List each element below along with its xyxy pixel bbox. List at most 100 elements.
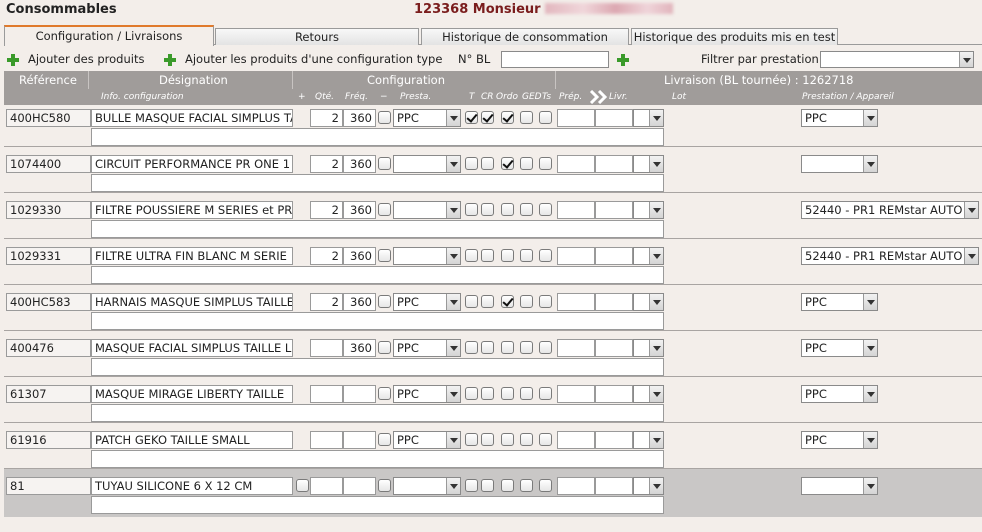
- livr-input[interactable]: [595, 201, 633, 219]
- chevron-down-icon[interactable]: [446, 478, 460, 494]
- ged-checkbox[interactable]: [520, 111, 533, 124]
- minus-checkbox[interactable]: [378, 341, 391, 354]
- info-configuration-input[interactable]: [91, 404, 664, 422]
- livr-input[interactable]: [595, 431, 633, 449]
- chevron-down-icon[interactable]: [863, 110, 877, 126]
- chevron-down-icon[interactable]: [446, 432, 460, 448]
- lot-select[interactable]: [633, 431, 664, 449]
- minus-checkbox[interactable]: [378, 111, 391, 124]
- ordo-checkbox[interactable]: [501, 157, 514, 170]
- info-configuration-input[interactable]: [91, 358, 664, 376]
- chevron-down-icon[interactable]: [446, 294, 460, 310]
- chevron-down-icon[interactable]: [446, 110, 460, 126]
- cr-checkbox[interactable]: [481, 341, 494, 354]
- t-checkbox[interactable]: [465, 479, 478, 492]
- quantity-input[interactable]: 2: [310, 109, 343, 127]
- quantity-input[interactable]: [310, 339, 343, 357]
- info-configuration-input[interactable]: [91, 450, 664, 468]
- presta-select[interactable]: [393, 155, 461, 173]
- livr-input[interactable]: [595, 109, 633, 127]
- prep-input[interactable]: [557, 247, 595, 265]
- chevron-down-icon[interactable]: [863, 478, 877, 494]
- ged-checkbox[interactable]: [520, 341, 533, 354]
- frequency-input[interactable]: [343, 477, 376, 495]
- chevron-down-icon[interactable]: [863, 432, 877, 448]
- prestation-appareil-select[interactable]: [801, 155, 878, 173]
- ordo-checkbox[interactable]: [501, 111, 514, 124]
- chevron-down-icon[interactable]: [863, 156, 877, 172]
- chevron-down-icon[interactable]: [649, 248, 663, 264]
- add-config-type-link[interactable]: Ajouter les produits d'une configuration…: [185, 52, 442, 66]
- lot-select[interactable]: [633, 109, 664, 127]
- frequency-input[interactable]: 360: [343, 339, 376, 357]
- ged-checkbox[interactable]: [520, 249, 533, 262]
- cr-checkbox[interactable]: [481, 249, 494, 262]
- chevron-down-icon[interactable]: [446, 156, 460, 172]
- prep-input[interactable]: [557, 293, 595, 311]
- info-configuration-input[interactable]: [91, 312, 664, 330]
- cr-checkbox[interactable]: [481, 203, 494, 216]
- minus-checkbox[interactable]: [378, 203, 391, 216]
- livr-input[interactable]: [595, 293, 633, 311]
- info-configuration-input[interactable]: [91, 128, 664, 146]
- cr-checkbox[interactable]: [481, 295, 494, 308]
- chevron-down-icon[interactable]: [446, 386, 460, 402]
- lot-select[interactable]: [633, 247, 664, 265]
- tab-configuration-livraisons[interactable]: Configuration / Livraisons: [4, 25, 214, 46]
- prestation-appareil-select[interactable]: PPC: [801, 293, 878, 311]
- t-checkbox[interactable]: [465, 111, 478, 124]
- ordo-checkbox[interactable]: [501, 479, 514, 492]
- prep-input[interactable]: [557, 385, 595, 403]
- ts-checkbox[interactable]: [539, 433, 552, 446]
- quantity-input[interactable]: 2: [310, 155, 343, 173]
- presta-select[interactable]: [393, 477, 461, 495]
- chevron-down-icon[interactable]: [649, 202, 663, 218]
- prep-input[interactable]: [557, 477, 595, 495]
- tab-historique-consommation[interactable]: Historique de consommation: [421, 28, 629, 45]
- frequency-input[interactable]: 360: [343, 109, 376, 127]
- quantity-input[interactable]: 2: [310, 293, 343, 311]
- chevron-down-icon[interactable]: [446, 340, 460, 356]
- livr-input[interactable]: [595, 155, 633, 173]
- ged-checkbox[interactable]: [520, 479, 533, 492]
- quantity-input[interactable]: [310, 385, 343, 403]
- info-configuration-input[interactable]: [91, 174, 664, 192]
- info-configuration-input[interactable]: [91, 220, 664, 238]
- ts-checkbox[interactable]: [539, 295, 552, 308]
- quantity-input[interactable]: 2: [310, 247, 343, 265]
- frequency-input[interactable]: 360: [343, 247, 376, 265]
- presta-select[interactable]: PPC: [393, 109, 461, 127]
- t-checkbox[interactable]: [465, 249, 478, 262]
- lot-select[interactable]: [633, 201, 664, 219]
- chevron-down-icon[interactable]: [446, 248, 460, 264]
- livr-input[interactable]: [595, 339, 633, 357]
- plus-checkbox[interactable]: [296, 479, 309, 492]
- lot-select[interactable]: [633, 293, 664, 311]
- prep-input[interactable]: [557, 109, 595, 127]
- ordo-checkbox[interactable]: [501, 433, 514, 446]
- info-configuration-input[interactable]: [91, 266, 664, 284]
- ts-checkbox[interactable]: [539, 111, 552, 124]
- tab-retours[interactable]: Retours: [215, 28, 419, 45]
- livr-input[interactable]: [595, 385, 633, 403]
- ordo-checkbox[interactable]: [501, 341, 514, 354]
- t-checkbox[interactable]: [465, 203, 478, 216]
- lot-select[interactable]: [633, 477, 664, 495]
- chevron-down-icon[interactable]: [863, 340, 877, 356]
- chevron-down-icon[interactable]: [959, 52, 973, 67]
- prep-input[interactable]: [557, 431, 595, 449]
- ordo-checkbox[interactable]: [501, 249, 514, 262]
- add-products-link[interactable]: Ajouter des produits: [28, 52, 144, 66]
- minus-checkbox[interactable]: [378, 387, 391, 400]
- ts-checkbox[interactable]: [539, 479, 552, 492]
- prestation-appareil-select[interactable]: [801, 477, 878, 495]
- presta-select[interactable]: [393, 247, 461, 265]
- cr-checkbox[interactable]: [481, 157, 494, 170]
- chevron-down-icon[interactable]: [649, 478, 663, 494]
- chevron-down-icon[interactable]: [649, 432, 663, 448]
- prestation-appareil-select[interactable]: PPC: [801, 339, 878, 357]
- prep-input[interactable]: [557, 155, 595, 173]
- prestation-appareil-select[interactable]: PPC: [801, 385, 878, 403]
- prep-input[interactable]: [557, 201, 595, 219]
- ts-checkbox[interactable]: [539, 203, 552, 216]
